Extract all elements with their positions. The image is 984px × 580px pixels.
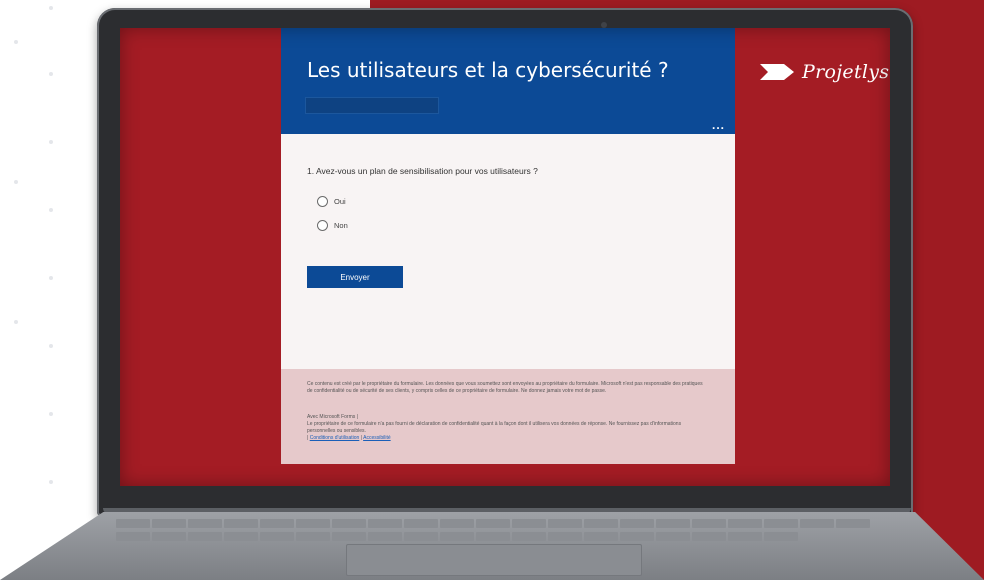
footer-privacy-note: Le propriétaire de ce formulaire n'a pas…	[307, 421, 682, 434]
footer-disclaimer: Ce contenu est créé par le propriétaire …	[307, 381, 703, 394]
keyboard	[115, 518, 877, 544]
submit-button[interactable]: Envoyer	[307, 266, 403, 288]
option-label: Non	[334, 221, 348, 230]
terms-link[interactable]: Conditions d'utilisation	[310, 435, 360, 441]
brand-name: Projetlys	[802, 61, 890, 83]
radio-button[interactable]	[317, 196, 328, 207]
form-header: Les utilisateurs et la cybersécurité ? .…	[281, 28, 735, 134]
accessibility-link[interactable]: Accessibilité	[363, 435, 391, 441]
trackpad	[346, 544, 642, 576]
radio-button[interactable]	[317, 220, 328, 231]
brand-logo: Projetlys	[760, 61, 889, 83]
more-options-icon[interactable]: ...	[712, 118, 725, 132]
form-footer: Ce contenu est créé par le propriétaire …	[281, 369, 735, 464]
option-label: Oui	[334, 197, 346, 206]
laptop-screen: Projetlys Les utilisateurs et la cybersé…	[120, 28, 890, 486]
footer-links: | Conditions d'utilisation | Accessibili…	[307, 435, 707, 442]
microsoft-form: Les utilisateurs et la cybersécurité ? .…	[281, 28, 735, 464]
option-non[interactable]: Non	[317, 220, 348, 231]
option-oui[interactable]: Oui	[317, 196, 346, 207]
redacted-subtitle	[305, 97, 439, 114]
form-body: 1. Avez-vous un plan de sensibilisation …	[281, 134, 735, 369]
projetlys-logo-icon	[760, 64, 794, 80]
footer-powered-by: Avec Microsoft Forms |	[307, 414, 358, 420]
question-title: 1. Avez-vous un plan de sensibilisation …	[307, 166, 538, 176]
form-title: Les utilisateurs et la cybersécurité ?	[307, 58, 669, 82]
